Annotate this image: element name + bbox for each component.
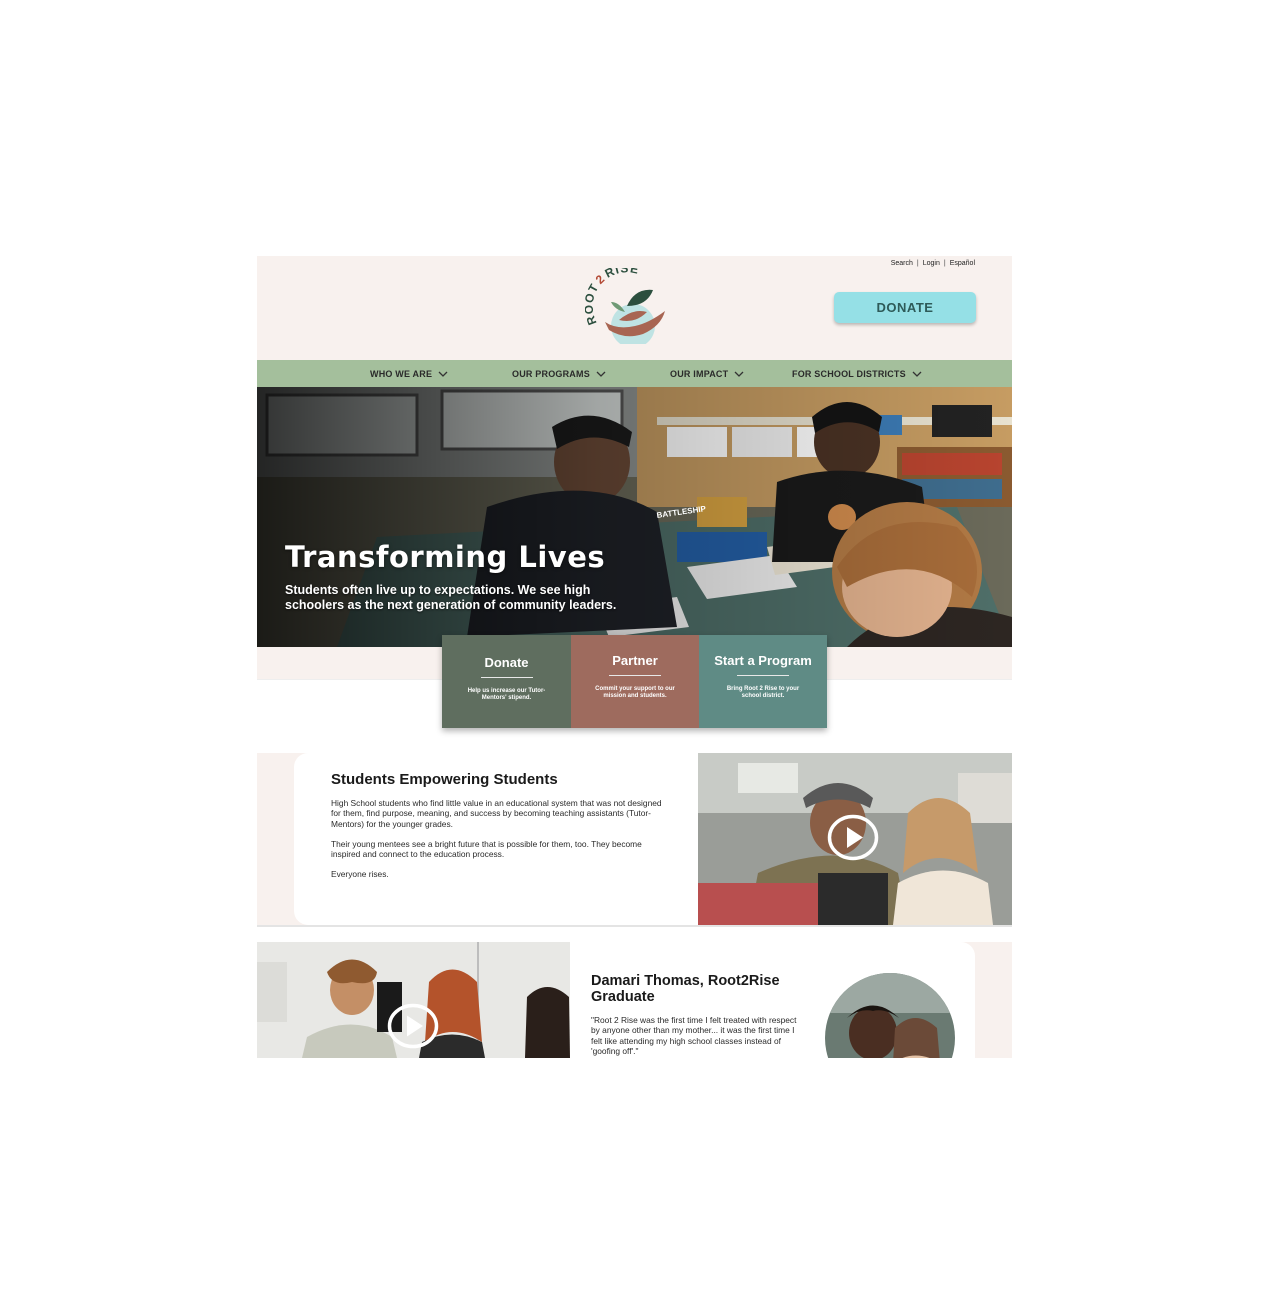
chevron-down-icon [596,371,606,377]
hero-subtitle: Students often live up to expectations. … [285,583,617,612]
play-icon[interactable] [827,814,879,861]
logo-text-root: ROOT [585,281,602,327]
paragraph: High School students who find little val… [331,798,662,829]
chevron-down-icon [912,371,922,377]
search-link[interactable]: Search [891,260,913,267]
card-divider [609,675,661,676]
chevron-down-icon [438,371,448,377]
cta-cards: Donate Help us increase our Tutor-Mentor… [442,635,827,728]
card-donate[interactable]: Donate Help us increase our Tutor-Mentor… [442,635,571,728]
hero-banner: BATTLESHIP Transforming Lives Students o… [257,387,1012,647]
chevron-down-icon [734,371,744,377]
divider [257,925,1012,927]
card-title: Partner [612,653,658,668]
main-nav: WHO WE ARE OUR PROGRAMS OUR IMPACT FOR S… [257,360,1012,387]
nav-item-our-programs[interactable]: OUR PROGRAMS [512,360,606,387]
card-text: Bring Root 2 Rise to your school distric… [726,686,800,699]
donate-button[interactable]: DONATE [834,292,976,323]
website-page: Search | Login | Español ROOT2RISE DONAT… [257,256,1012,1058]
video-thumbnail[interactable] [698,753,1012,925]
video-thumbnail[interactable] [257,942,570,1058]
logo-text-rise: RISE [603,268,641,281]
utility-links: Search | Login | Español [891,260,975,267]
card-title: Start a Program [714,653,812,668]
graduate-testimonial-section: Damari Thomas, Root2Rise Graduate "Root … [257,942,1012,1058]
testimonial-name: Damari Thomas, Root2Rise Graduate [591,973,780,1005]
card-text: Help us increase our Tutor-Mentors' stip… [467,688,546,701]
hero-title: Transforming Lives [285,540,606,574]
testimonial-quote: "Root 2 Rise was the first time I felt t… [591,1015,797,1056]
card-partner[interactable]: Partner Commit your support to our missi… [571,635,699,728]
separator: | [916,260,919,267]
card-start-program[interactable]: Start a Program Bring Root 2 Rise to you… [699,635,827,728]
card-divider [737,675,789,676]
section-title: Students Empowering Students [331,771,558,788]
root2rise-logo[interactable]: ROOT2RISE [585,268,671,344]
nav-label: FOR SCHOOL DISTRICTS [792,368,906,379]
card-divider [480,677,533,678]
nav-item-our-impact[interactable]: OUR IMPACT [670,360,744,387]
language-link[interactable]: Español [950,260,975,267]
students-empowering-section: Students Empowering Students High School… [257,753,1012,925]
nav-item-for-school-districts[interactable]: FOR SCHOOL DISTRICTS [792,360,922,387]
nav-label: OUR PROGRAMS [512,368,590,379]
paragraph: Everyone rises. [331,869,389,880]
play-icon[interactable] [387,1003,439,1049]
site-header: Search | Login | Español ROOT2RISE DONAT… [257,256,1012,360]
nav-label: WHO WE ARE [370,368,433,379]
logo-leaf [627,289,653,306]
section-body: High School students who find little val… [331,798,666,890]
login-link[interactable]: Login [923,260,940,267]
card-title: Donate [484,655,529,670]
nav-label: OUR IMPACT [670,368,729,379]
nav-item-who-we-are[interactable]: WHO WE ARE [370,360,448,387]
separator: | [943,260,946,267]
paragraph: Their young mentees see a bright future … [331,838,642,860]
card-text: Commit your support to our mission and s… [595,686,675,699]
